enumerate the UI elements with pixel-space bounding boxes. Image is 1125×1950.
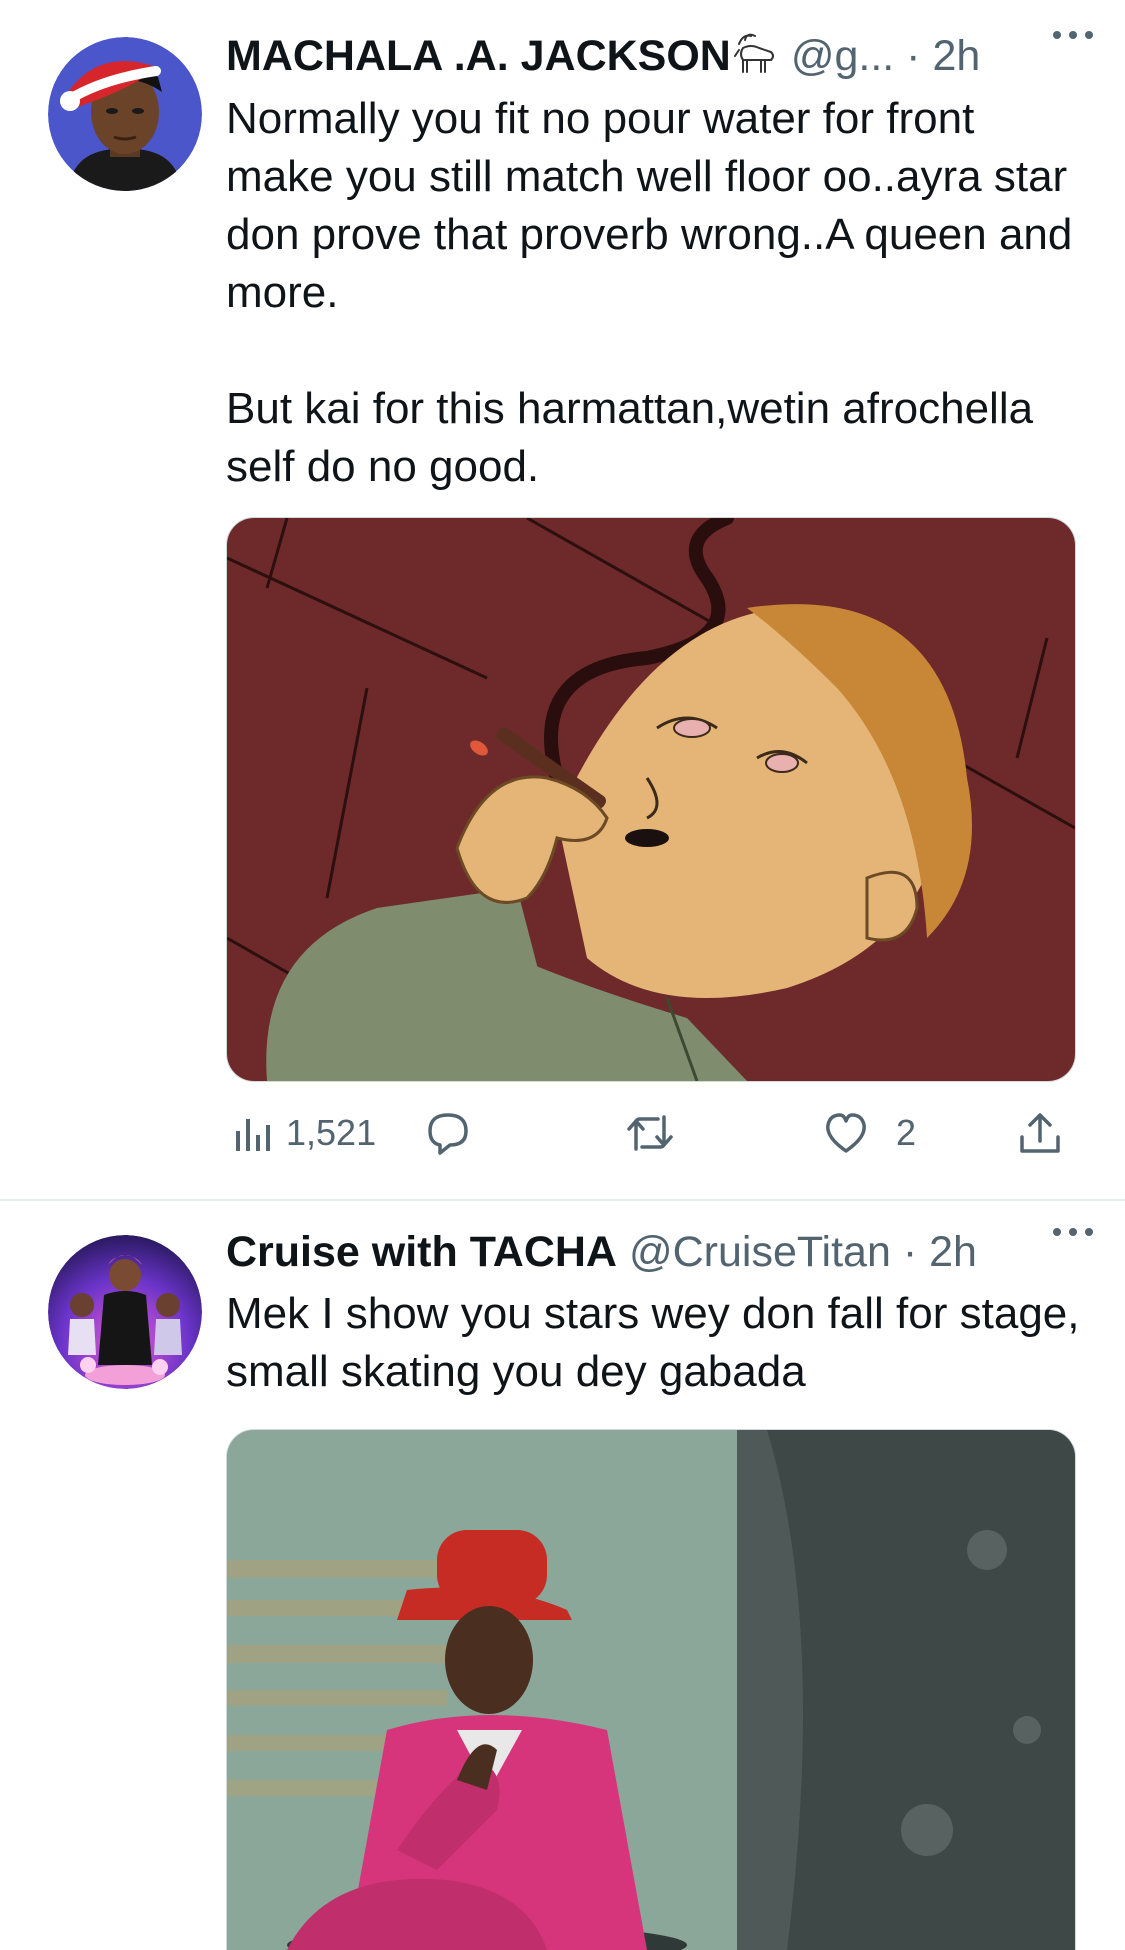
- tweet-paragraph: Normally you fit no pour water for front…: [226, 94, 1073, 317]
- separator-dot: ·: [902, 1228, 918, 1276]
- photo-image: [227, 1430, 1075, 1950]
- timestamp[interactable]: 2h: [932, 32, 980, 80]
- reply-icon: [428, 1113, 468, 1155]
- share-icon: [1020, 1113, 1060, 1153]
- views-button[interactable]: 1,521: [232, 1098, 376, 1168]
- author-name[interactable]: MACHALA .A. JACKSON: [226, 32, 731, 80]
- avatar[interactable]: [48, 1235, 202, 1389]
- avatar-image: [48, 37, 202, 191]
- views-icon: [236, 1119, 270, 1151]
- more-icon[interactable]: [1051, 1203, 1095, 1248]
- reply-button[interactable]: [424, 1098, 472, 1168]
- share-button[interactable]: [1018, 1098, 1062, 1168]
- tweet-text: Mek I show you stars wey don fall for st…: [226, 1289, 1080, 1396]
- like-button[interactable]: 2: [822, 1098, 916, 1168]
- goat-icon: [731, 30, 779, 78]
- tweet-media[interactable]: [226, 1429, 1076, 1950]
- tweet-paragraph: But kai for this harmattan,wetin afroche…: [226, 384, 1034, 491]
- tweet-text: Normally you fit no pour water for front…: [226, 90, 1085, 496]
- views-count: 1,521: [286, 1112, 377, 1153]
- more-icon[interactable]: [1051, 6, 1095, 51]
- author-handle[interactable]: @g...: [791, 32, 894, 80]
- timestamp[interactable]: 2h: [929, 1228, 977, 1276]
- tweet-media[interactable]: [226, 517, 1076, 1082]
- likes-count: 2: [896, 1112, 917, 1153]
- retweet-icon: [627, 1115, 673, 1151]
- tweet[interactable]: Cruise with TACHA @CruiseTitan · 2h Mek …: [0, 1201, 1125, 1950]
- retweet-button[interactable]: [624, 1098, 676, 1168]
- tweet-header: Cruise with TACHA @CruiseTitan · 2h: [226, 1224, 1085, 1280]
- tweet-header: MACHALA .A. JACKSON @g... · 2h: [226, 28, 1085, 84]
- tweet-actions: 1,521 2: [226, 1098, 1074, 1168]
- avatar-image: [48, 1235, 202, 1389]
- tweet[interactable]: MACHALA .A. JACKSON @g... · 2h Normally …: [0, 0, 1125, 1198]
- cartoon-image: [227, 518, 1075, 1081]
- separator-dot: ·: [906, 32, 921, 80]
- author-name[interactable]: Cruise with TACHA: [226, 1228, 617, 1276]
- like-icon: [826, 1113, 866, 1153]
- author-handle[interactable]: @CruiseTitan: [629, 1228, 891, 1276]
- avatar[interactable]: [48, 37, 202, 191]
